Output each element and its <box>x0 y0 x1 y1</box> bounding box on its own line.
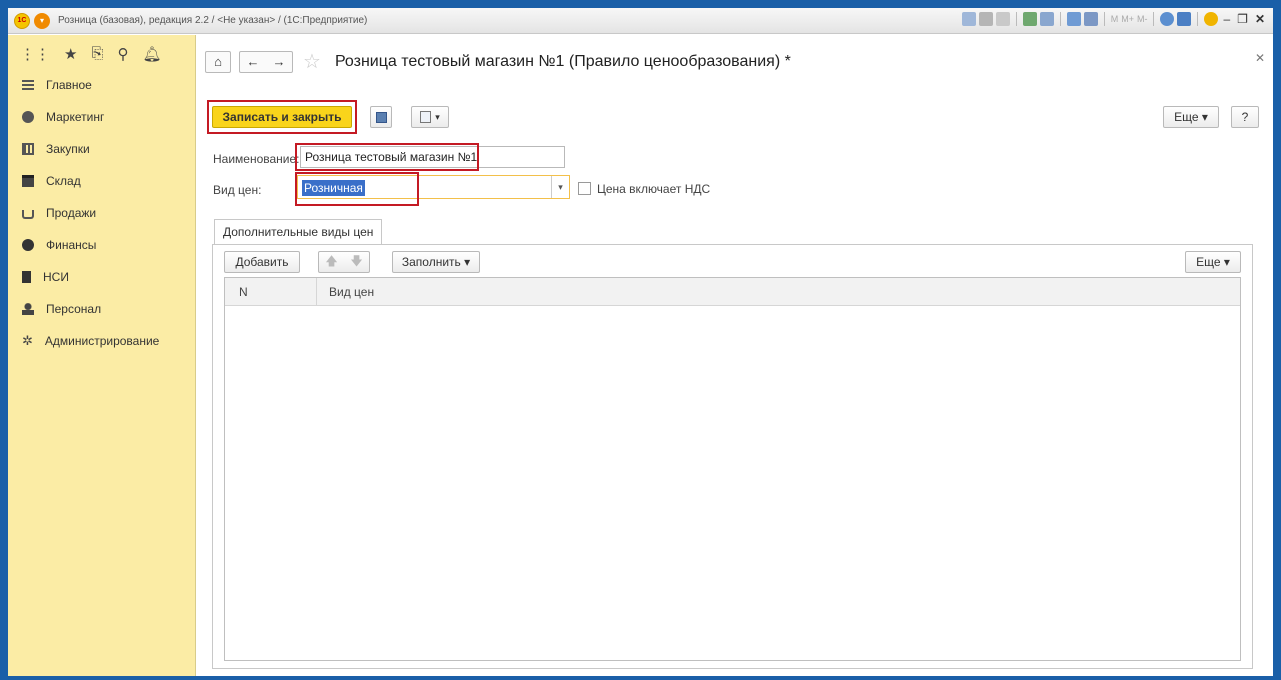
memory-minus-label[interactable]: M- <box>1137 14 1148 24</box>
sidebar-item-sales[interactable]: Продажи <box>8 197 195 229</box>
sidebar-item-personnel[interactable]: Персонал <box>8 293 195 325</box>
purchases-icon <box>22 143 34 155</box>
home-button[interactable]: ⌂ <box>205 50 231 73</box>
sidebar-item-label: Персонал <box>46 302 102 316</box>
marketing-icon <box>22 111 34 123</box>
sidebar-item-reference[interactable]: НСИ <box>8 261 195 293</box>
close-window-icon[interactable]: ✕ <box>1253 12 1267 26</box>
home-icon: ⌂ <box>214 54 222 69</box>
column-n[interactable]: N <box>225 278 317 306</box>
print-icon[interactable] <box>978 12 993 26</box>
sidebar: ⋮⋮ ★ ⎘ ⚲ 🔔︎ Главное Маркетинг Закупки Ск… <box>8 35 196 676</box>
minimize-icon[interactable]: – <box>1221 12 1232 26</box>
move-down-icon[interactable]: 🡇︎ <box>350 252 362 273</box>
sidebar-item-label: НСИ <box>43 270 69 284</box>
reference-icon <box>22 271 31 283</box>
vat-label: Цена включает НДС <box>597 182 711 196</box>
back-icon[interactable]: ← <box>247 54 260 69</box>
window-frame: 1С ▾ Розница (базовая), редакция 2.2 / <… <box>0 0 1281 680</box>
floppy-icon <box>375 111 387 123</box>
sidebar-item-main[interactable]: Главное <box>8 69 195 101</box>
restore-icon[interactable]: ❐ <box>1235 12 1250 26</box>
table-more-button[interactable]: Еще ▾ <box>1185 251 1241 273</box>
print-doc-icon <box>420 111 432 123</box>
forward-icon[interactable]: → <box>273 54 286 69</box>
column-price-type[interactable]: Вид цен <box>329 285 374 299</box>
save-icon[interactable] <box>961 12 976 26</box>
finance-icon <box>22 239 34 251</box>
save-button[interactable] <box>370 106 392 128</box>
price-types-table[interactable]: N Вид цен <box>224 277 1241 661</box>
page-title: Розница тестовый магазин №1 (Правило цен… <box>334 52 791 70</box>
chevron-down-icon[interactable]: ▾ <box>551 176 569 198</box>
person-icon <box>22 303 34 315</box>
form-nav: ⌂ ← → ☆ Розница тестовый магазин №1 (Пра… <box>205 49 791 74</box>
add-button[interactable]: Добавить <box>224 251 300 273</box>
highlight-price-type <box>295 172 419 206</box>
sidebar-item-finance[interactable]: Финансы <box>8 229 195 261</box>
move-up-icon[interactable]: 🡅︎ <box>325 252 337 273</box>
vat-checkbox[interactable] <box>578 182 591 195</box>
close-form-icon[interactable]: ✕ <box>1255 51 1265 65</box>
zoom-icon[interactable] <box>1160 12 1175 26</box>
warehouse-icon <box>22 175 34 187</box>
price-type-label: Вид цен: <box>213 183 262 197</box>
panels-icon[interactable] <box>1177 12 1192 26</box>
save-and-close-button[interactable]: Записать и закрыть <box>212 106 352 128</box>
more-button[interactable]: Еще ▾ <box>1163 106 1219 128</box>
sidebar-item-warehouse[interactable]: Склад <box>8 165 195 197</box>
link-icon[interactable] <box>1039 12 1054 26</box>
highlight-name-field <box>295 143 479 171</box>
app-logo-icon: 1С <box>14 12 30 29</box>
app-window: 1С ▾ Розница (базовая), редакция 2.2 / <… <box>8 8 1273 676</box>
sidebar-item-purchases[interactable]: Закупки <box>8 133 195 165</box>
form-area: ⌂ ← → ☆ Розница тестовый магазин №1 (Пра… <box>197 35 1273 676</box>
sidebar-item-label: Склад <box>46 174 81 188</box>
sidebar-item-label: Администрирование <box>44 334 160 348</box>
sidebar-item-administration[interactable]: ✲ Администрирование <box>8 325 195 357</box>
window-title: Розница (базовая), редакция 2.2 / <Не ук… <box>58 15 368 26</box>
calculator-icon[interactable] <box>1066 12 1081 26</box>
sidebar-item-label: Маркетинг <box>46 110 105 124</box>
sidebar-tools: ⋮⋮ ★ ⎘ ⚲ 🔔︎ <box>8 35 195 69</box>
fill-button[interactable]: Заполнить ▾ <box>392 251 480 273</box>
apps-grid-icon[interactable]: ⋮⋮ <box>20 45 50 69</box>
preview-icon[interactable] <box>995 12 1010 26</box>
info-icon[interactable] <box>1204 12 1219 26</box>
sidebar-item-label: Продажи <box>46 206 97 220</box>
notifications-icon[interactable]: 🔔︎ <box>142 45 161 69</box>
title-bar: 1С ▾ Розница (базовая), редакция 2.2 / <… <box>8 8 1273 34</box>
search-icon[interactable]: ⚲ <box>117 45 128 69</box>
sidebar-item-label: Главное <box>46 78 92 92</box>
basket-icon <box>22 210 34 219</box>
help-button[interactable]: ? <box>1231 106 1259 128</box>
sidebar-item-label: Финансы <box>46 238 97 252</box>
memory-plus-label[interactable]: M+ <box>1121 14 1134 24</box>
favorites-icon[interactable]: ★ <box>64 45 77 69</box>
history-icon[interactable]: ⎘ <box>91 45 103 69</box>
calendar-icon[interactable] <box>1083 12 1098 26</box>
send-icon[interactable] <box>1022 12 1037 26</box>
menu-lines-icon <box>22 80 34 90</box>
tab-additional-prices[interactable]: Дополнительные виды цен <box>214 219 383 245</box>
gear-icon: ✲ <box>22 333 33 348</box>
sidebar-item-label: Закупки <box>46 142 90 156</box>
move-buttons: 🡅︎ 🡇︎ <box>318 251 370 273</box>
print-menu-button[interactable]: ▾ <box>411 106 449 128</box>
sidebar-item-marketing[interactable]: Маркетинг <box>8 101 195 133</box>
main-menu-icon[interactable]: ▾ <box>34 12 50 29</box>
title-toolbar: M M+ M- – ❐ ✕ <box>961 12 1267 26</box>
name-label: Наименование: <box>213 152 300 166</box>
memory-label[interactable]: M <box>1111 14 1119 24</box>
history-nav: ← → <box>239 50 293 73</box>
table-header: N Вид цен <box>225 278 1240 306</box>
favorite-star-icon[interactable]: ☆ <box>303 49 321 74</box>
